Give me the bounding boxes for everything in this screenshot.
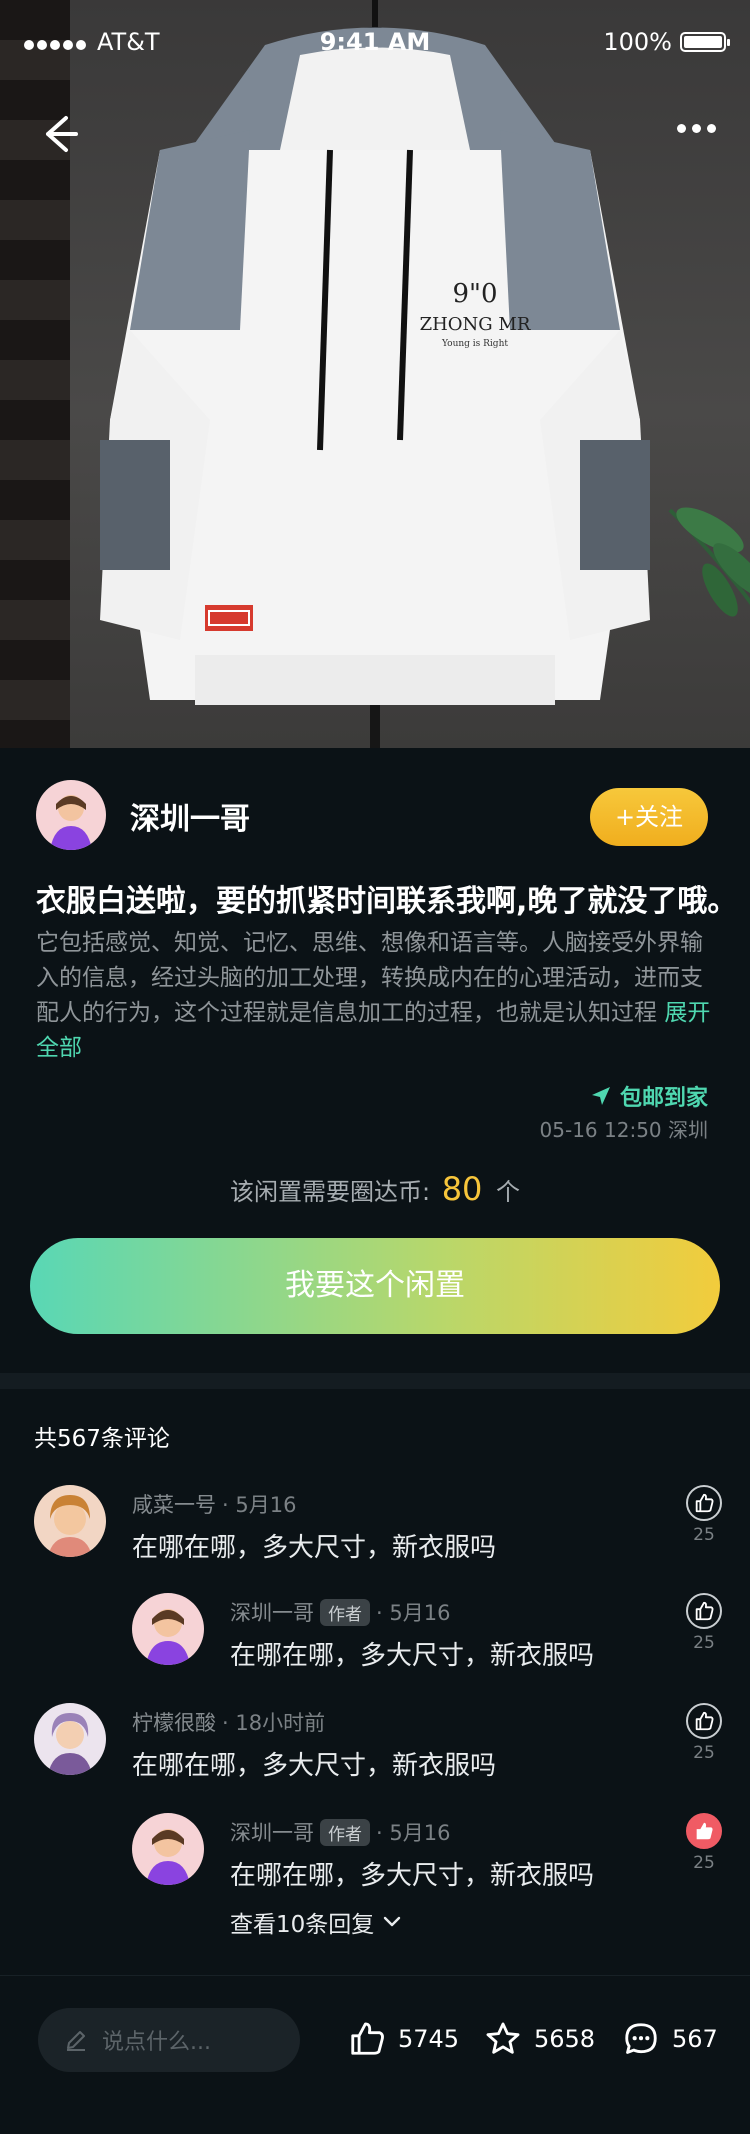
author-name[interactable]: 深圳一哥	[130, 794, 250, 838]
comment-header: 咸菜一号 · 5月16	[132, 1489, 296, 1519]
comments-section: 共567条评论 咸菜一号 · 5月16 在哪在哪，多大尺寸，新衣服吗 25 深圳…	[0, 1389, 750, 1975]
thumbs-up-icon[interactable]	[686, 1813, 722, 1849]
comment-item: 咸菜一号 · 5月16 在哪在哪，多大尺寸，新衣服吗 25	[0, 1485, 750, 1595]
svg-text:Young is Right: Young is Right	[441, 339, 508, 349]
author-tag: 作者	[320, 1598, 370, 1626]
hoodie-illustration: 9"0 ZHONG MR Young is Right	[100, 0, 650, 748]
comment-bubble-icon[interactable]	[622, 2020, 660, 2058]
chevron-down-icon	[384, 1916, 401, 1927]
commenter-avatar[interactable]	[34, 1703, 106, 1775]
comment-text[interactable]: 在哪在哪，多大尺寸，新衣服吗	[230, 1635, 594, 1672]
comment-text[interactable]: 在哪在哪，多大尺寸，新衣服吗	[132, 1527, 496, 1564]
follow-button[interactable]: +关注	[590, 788, 708, 846]
post-description: 它包括感觉、知觉、记忆、思维、想像和语言等。人脑接受外界输入的信息，经过头脑的加…	[36, 926, 720, 1066]
section-divider	[0, 1373, 750, 1389]
comment-input-placeholder: 说点什么...	[102, 2030, 211, 2055]
like-total: 5745	[398, 2025, 460, 2053]
thumbs-up-icon[interactable]	[686, 1485, 722, 1521]
want-item-button[interactable]: 我要这个闲置	[30, 1238, 720, 1334]
commenter-name[interactable]: 深圳一哥	[230, 1597, 314, 1627]
coin-requirement: 该闲置需要圈达币: 80 个	[0, 1170, 750, 1208]
author-tag: 作者	[320, 1818, 370, 1846]
plant-decoration	[668, 507, 750, 617]
svg-text:9"0: 9"0	[452, 279, 497, 309]
bottom-action-bar: 说点什么... 5745 5658 567	[0, 1975, 750, 2134]
post-description-text: 它包括感觉、知觉、记忆、思维、想像和语言等。人脑接受外界输入的信息，经过头脑的加…	[36, 930, 703, 1026]
commenter-avatar[interactable]	[34, 1485, 106, 1557]
navigation-arrow-icon	[591, 1087, 610, 1105]
like-count: 25	[693, 1853, 715, 1873]
more-dots-icon[interactable]	[677, 124, 716, 133]
view-replies-label: 查看10条回复	[230, 1912, 375, 1938]
comment-time: · 5月16	[222, 1493, 297, 1517]
comments-count: 共567条评论	[34, 1426, 170, 1452]
battery-percent: 100%	[603, 28, 672, 56]
post-meta: 05-16 12:50 深圳	[539, 1118, 708, 1142]
comment-time: · 18小时前	[222, 1711, 326, 1735]
commenter-name[interactable]: 咸菜一号	[132, 1489, 216, 1519]
comment-time: · 5月16	[376, 1821, 451, 1845]
thumbs-up-icon[interactable]	[686, 1703, 722, 1739]
like-stat[interactable]: 5745	[348, 2020, 459, 2058]
shipping-badge: 包邮到家	[590, 1080, 708, 1112]
comment-like[interactable]: 25	[684, 1703, 724, 1763]
post-title: 衣服白送啦，要的抓紧时间联系我啊,晚了就没了哦。	[36, 884, 738, 919]
coin-amount: 80	[441, 1170, 483, 1208]
comment-header: 深圳一哥 作者 · 5月16	[230, 1597, 450, 1627]
coin-prefix: 该闲置需要圈达币:	[229, 1178, 431, 1206]
coin-unit: 个	[496, 1178, 521, 1206]
comment-text[interactable]: 在哪在哪，多大尺寸，新衣服吗	[230, 1855, 594, 1892]
comment-reply-item: 深圳一哥 作者 · 5月16 在哪在哪，多大尺寸，新衣服吗 25	[0, 1593, 750, 1703]
battery-icon	[680, 32, 730, 52]
shipping-label: 包邮到家	[619, 1086, 708, 1111]
comment-input[interactable]: 说点什么...	[38, 2008, 300, 2072]
pencil-icon	[67, 2031, 85, 2051]
like-count: 25	[693, 1633, 715, 1653]
favorite-stat[interactable]: 5658	[484, 2020, 595, 2058]
commenter-avatar[interactable]	[132, 1813, 204, 1885]
author-avatar[interactable]	[36, 780, 106, 850]
product-image[interactable]: 9"0 ZHONG MR Young is Right AT&T 9:41 AM…	[0, 0, 750, 748]
thumbs-up-icon[interactable]	[686, 1593, 722, 1629]
comment-time: · 5月16	[376, 1601, 451, 1625]
comment-item: 柠檬很酸 · 18小时前 在哪在哪，多大尺寸，新衣服吗 25	[0, 1703, 750, 1813]
commenter-avatar[interactable]	[132, 1593, 204, 1665]
commenter-name[interactable]: 柠檬很酸	[132, 1707, 216, 1737]
status-bar: AT&T 9:41 AM 100%	[0, 0, 750, 86]
view-replies-button[interactable]: 查看10条回复	[230, 1905, 402, 1939]
post-section: 深圳一哥 +关注 衣服白送啦，要的抓紧时间联系我啊,晚了就没了哦。 它包括感觉、…	[0, 748, 750, 1388]
comment-text[interactable]: 在哪在哪，多大尺寸，新衣服吗	[132, 1745, 496, 1782]
battery: 100%	[603, 28, 730, 56]
star-icon[interactable]	[484, 2020, 522, 2058]
comment-header: 柠檬很酸 · 18小时前	[132, 1707, 325, 1737]
comment-total: 567	[672, 2025, 718, 2053]
comment-like[interactable]: 25	[684, 1485, 724, 1545]
back-arrow-icon[interactable]	[36, 112, 80, 156]
comment-like[interactable]: 25	[684, 1813, 724, 1873]
comment-header: 深圳一哥 作者 · 5月16	[230, 1817, 450, 1847]
comment-stat[interactable]: 567	[622, 2020, 718, 2058]
svg-text:ZHONG MR: ZHONG MR	[420, 314, 531, 335]
like-count: 25	[693, 1743, 715, 1763]
like-count: 25	[693, 1525, 715, 1545]
commenter-name[interactable]: 深圳一哥	[230, 1817, 314, 1847]
thumbs-up-icon[interactable]	[348, 2020, 386, 2058]
comment-like[interactable]: 25	[684, 1593, 724, 1653]
favorite-total: 5658	[534, 2025, 596, 2053]
